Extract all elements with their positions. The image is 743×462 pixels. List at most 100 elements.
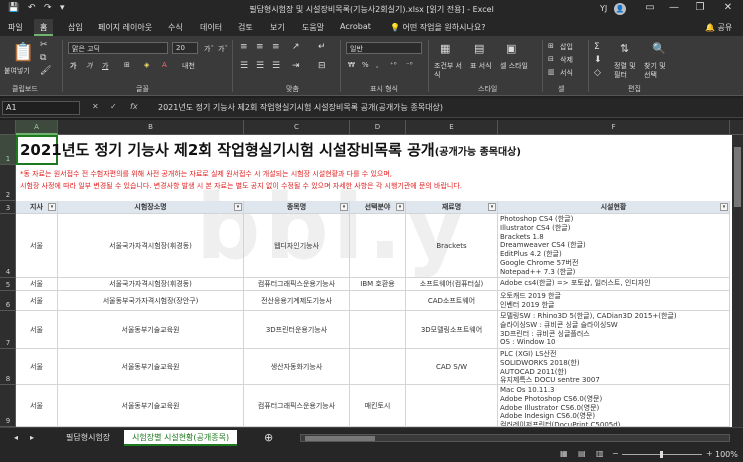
column-header-d[interactable]: D [350,120,406,135]
page-layout-view-icon[interactable]: ▤ [578,449,586,458]
align-right-icon[interactable]: ☰ [272,61,280,71]
underline-button[interactable]: 가 [102,61,108,71]
table-cell[interactable]: 서울 [16,385,58,427]
table-cell[interactable]: 생산자동화기능사 [244,349,350,385]
clear-icon[interactable]: ◇ [594,68,601,78]
column-header-a[interactable]: A [16,120,58,135]
column-header-f[interactable]: F [498,120,730,135]
font-name-select[interactable]: 맑은 고딕 [68,42,168,54]
fill-icon[interactable]: ⬇ [594,55,602,65]
table-cell[interactable]: 3D프린터운용기능사 [244,311,350,349]
row-header[interactable]: 8 [0,349,16,385]
horizontal-scroll-thumb[interactable] [305,436,375,441]
row-header[interactable]: 7 [0,311,16,349]
table-cell[interactable]: 컴퓨터그래픽스운용기능사 [244,278,350,291]
tell-me-search[interactable]: 💡 어떤 작업을 원하시나요? [390,22,485,33]
delete-cells-button[interactable]: 삭제 [560,55,573,65]
format-cells-button[interactable]: 서식 [560,68,573,78]
column-header-b[interactable]: B [58,120,244,135]
filter-dropdown-icon[interactable]: ▾ [340,203,348,211]
table-cell[interactable]: 서울동부기술교육원 [58,349,244,385]
border-icon[interactable]: ⊞ [124,61,130,69]
table-cell[interactable]: 서울 [16,214,58,278]
table-format-button[interactable]: 표 서식 [470,62,492,71]
autosum-icon[interactable]: Σ [594,42,600,52]
name-box[interactable]: A1 [2,101,80,115]
table-cell[interactable] [350,311,406,349]
row-header[interactable]: 5 [0,278,16,291]
row-header[interactable]: 2 [0,165,16,201]
font-size-select[interactable]: 20 [172,42,198,54]
table-cell[interactable]: 서울 [16,349,58,385]
decrease-decimal-icon[interactable]: ⁻⁰ [406,61,413,69]
enter-icon[interactable]: ✓ [110,102,117,111]
tab-review[interactable]: 검토 [238,22,253,33]
tab-insert[interactable]: 삽입 [68,22,83,33]
table-cell[interactable]: Photoshop CS4 (한글) Illustrator CS4 (한글) … [498,214,730,278]
table-cell[interactable]: 서울 [16,291,58,311]
row-header[interactable]: 3 [0,201,16,214]
zoom-out-icon[interactable]: − [612,449,619,458]
worksheet-grid[interactable]: bbl.y 2021년도 정기 기능사 제2회 작업형실기시험 시설장비목록 공… [16,135,743,427]
tab-page-layout[interactable]: 페이지 레이아웃 [98,22,152,33]
currency-button[interactable]: ₩ [348,61,355,69]
table-cell[interactable]: PLC (XGI) LS산전 SOLIDWORKS 2018(한) AUTOCA… [498,349,730,385]
tab-formulas[interactable]: 수식 [168,22,183,33]
add-sheet-icon[interactable]: ⊕ [256,430,281,446]
align-bottom-icon[interactable]: ≡ [272,42,280,52]
find-select-icon[interactable]: 🔍 [652,42,666,55]
percent-button[interactable]: % [362,61,369,69]
table-cell[interactable] [350,349,406,385]
row-header[interactable]: 4 [0,214,16,278]
phonetic-icon[interactable]: 내천 [182,61,195,71]
sheet-tab-facilities[interactable]: 시험장별 시설현황(공개종목) [124,430,238,446]
orientation-icon[interactable]: ↗ [292,42,300,52]
grow-font-icon[interactable]: 가ˆ [204,44,214,54]
sort-filter-button[interactable]: 정렬 및 필터 [614,62,640,80]
align-top-icon[interactable]: ≡ [240,42,248,52]
align-center-icon[interactable]: ☰ [256,61,264,71]
table-cell[interactable]: Mac Os 10.11.3 Adobe Photoshop CS6.0(영문)… [498,385,730,427]
tab-home[interactable]: 홈 [34,19,54,36]
table-cell[interactable]: 3D모델링소프트웨어 [406,311,498,349]
wrap-text-icon[interactable]: ↵ [318,42,326,52]
paste-icon[interactable]: 📋 [12,42,34,63]
column-header-c[interactable]: C [244,120,350,135]
avatar[interactable]: 👤 [614,3,626,15]
table-cell[interactable]: 컴퓨터그래픽스운용기능사 [244,385,350,427]
insert-cells-icon[interactable]: ⊞ [548,42,554,50]
indent-icon[interactable]: ⇥ [292,61,300,71]
share-button[interactable]: 🔔 공유 [705,22,732,33]
page-break-view-icon[interactable]: ▥ [596,449,604,458]
table-cell[interactable]: Adobe cs4(한글) => 포토샵, 일러스트, 인디자인 [498,278,730,291]
column-header-e[interactable]: E [406,120,498,135]
increase-decimal-icon[interactable]: ⁺⁰ [390,61,397,69]
tab-help[interactable]: 도움말 [302,22,324,33]
table-cell[interactable]: IBM 호환용 [350,278,406,291]
delete-cells-icon[interactable]: ⊟ [548,55,554,63]
table-cell[interactable]: 웹디자인기능사 [244,214,350,278]
zoom-slider-knob[interactable] [660,451,663,458]
restore-button[interactable]: ❐ [690,2,710,13]
row-header[interactable]: 9 [0,385,16,427]
sheet-tab-written[interactable]: 필답형시험장 [58,430,118,446]
font-color-icon[interactable]: A [162,61,167,69]
minimize-button[interactable]: — [664,2,684,13]
table-cell[interactable]: 서울 [16,278,58,291]
table-cell[interactable]: 서울국가자격시험장(휘경동) [58,278,244,291]
filter-dropdown-icon[interactable]: ▾ [396,203,404,211]
shrink-font-icon[interactable]: 가ˇ [218,44,228,54]
formula-input[interactable]: 2021년도 정기 기능사 제2회 작업형실기시험 시설장비목록 공개(공개가능… [158,102,443,113]
table-format-icon[interactable]: ▤ [474,42,484,55]
table-cell[interactable] [406,385,498,427]
conditional-format-icon[interactable]: ▦ [440,42,450,55]
align-middle-icon[interactable]: ≡ [256,42,264,52]
table-cell[interactable]: 서울동부국가자격시험장(장안구) [58,291,244,311]
normal-view-icon[interactable]: ▦ [560,449,568,458]
table-cell[interactable]: 매킨토시 [350,385,406,427]
zoom-level[interactable]: 100% [715,450,738,459]
cancel-icon[interactable]: ✕ [92,102,99,111]
fill-color-icon[interactable]: ◈ [144,61,149,69]
table-cell[interactable]: 서울국가자격시험장(휘경동) [58,214,244,278]
cut-icon[interactable]: ✂ [40,40,48,50]
